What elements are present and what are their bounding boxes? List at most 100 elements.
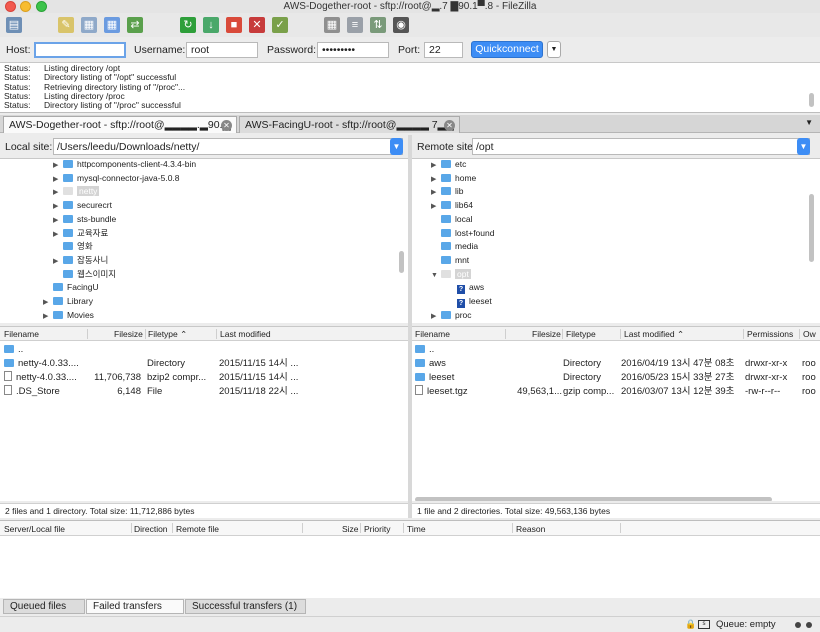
- password-input[interactable]: [317, 42, 389, 58]
- column-owner[interactable]: Ow: [803, 329, 816, 339]
- tree-item[interactable]: ▶ sts-bundle: [53, 213, 116, 226]
- local-tree-scrollbar[interactable]: [399, 251, 404, 273]
- queue-column-priority[interactable]: Priority: [364, 524, 390, 534]
- column-filename[interactable]: Filename: [415, 329, 450, 339]
- folder-icon: [53, 297, 63, 305]
- local-path-dropdown[interactable]: ▼: [390, 138, 403, 155]
- file-row[interactable]: leeset.tgz 49,563,1... gzip comp... 2016…: [412, 385, 820, 399]
- quickconnect-history-dropdown[interactable]: ▼: [547, 41, 561, 58]
- folder-icon: [63, 269, 73, 278]
- remote-file-list-hscrollbar[interactable]: [415, 497, 772, 501]
- column-last-modified[interactable]: Last modified: [220, 329, 271, 339]
- log-scrollbar[interactable]: [809, 93, 814, 107]
- close-window-button[interactable]: [5, 1, 16, 12]
- speed-limit-icon[interactable]: s: [698, 620, 710, 629]
- queue-column-server-local-file[interactable]: Server/Local file: [4, 524, 65, 534]
- remote-path-dropdown[interactable]: ▼: [797, 138, 810, 155]
- tree-item[interactable]: ▶ proc: [431, 309, 472, 322]
- file-row[interactable]: leeset Directory 2016/05/23 15시 33분 27초 …: [412, 371, 820, 385]
- column-filename[interactable]: Filename: [4, 329, 39, 339]
- pane-splitter[interactable]: [408, 135, 412, 518]
- tab-queued-files[interactable]: Queued files: [3, 599, 85, 614]
- tab-list-chevron-icon[interactable]: ▼: [805, 118, 813, 127]
- synchronized-browsing-icon[interactable]: ⇅: [370, 17, 386, 33]
- tree-item[interactable]: ▶ mysql-connector-java-5.0.8: [53, 172, 180, 185]
- tree-item[interactable]: media: [431, 240, 478, 253]
- close-tab-icon[interactable]: ✕: [221, 120, 232, 131]
- tree-item[interactable]: ▶ lib: [431, 185, 464, 198]
- queue-column-time[interactable]: Time: [407, 524, 426, 534]
- directory-filter-icon[interactable]: ▦: [324, 17, 340, 33]
- tree-item[interactable]: mnt: [431, 254, 469, 267]
- file-row[interactable]: ..: [0, 343, 408, 357]
- tree-item-selected[interactable]: ▼ opt: [431, 268, 471, 281]
- queue-column-remote-file[interactable]: Remote file: [176, 524, 219, 534]
- file-row[interactable]: .DS_Store 6,148 File 2015/11/18 22시 ...: [0, 385, 408, 399]
- file-row[interactable]: aws Directory 2016/04/19 13시 47분 08초 drw…: [412, 357, 820, 371]
- local-path-field[interactable]: /Users/leedu/Downloads/netty/: [53, 138, 403, 155]
- tab-successful-transfers[interactable]: Successful transfers (1): [185, 599, 306, 614]
- transfer-led-icon: [806, 622, 812, 628]
- tree-item-selected[interactable]: ▶ netty: [53, 185, 100, 198]
- toggle-local-tree-icon[interactable]: ▦: [81, 17, 97, 33]
- refresh-icon[interactable]: ↻: [180, 17, 196, 33]
- username-input[interactable]: [186, 42, 258, 58]
- tree-item[interactable]: ▶ home: [431, 172, 476, 185]
- tree-item[interactable]: local: [431, 213, 472, 226]
- toggle-remote-tree-icon[interactable]: ▦: [104, 17, 120, 33]
- compare-directories-icon[interactable]: ≡: [347, 17, 363, 33]
- queue-column-size[interactable]: Size: [342, 524, 359, 534]
- zoom-window-button[interactable]: [36, 1, 47, 12]
- host-input[interactable]: [34, 42, 126, 58]
- toggle-message-log-icon[interactable]: ✎: [58, 17, 74, 33]
- quickconnect-button[interactable]: Quickconnect: [471, 41, 543, 58]
- reconnect-icon[interactable]: ✓: [272, 17, 288, 33]
- file-row[interactable]: ..: [412, 343, 820, 357]
- file-row[interactable]: netty-4.0.33.... Directory 2015/11/15 14…: [0, 357, 408, 371]
- column-permissions[interactable]: Permissions: [747, 329, 793, 339]
- folder-icon: [441, 269, 451, 278]
- tab-aws-dogether[interactable]: AWS-Dogether-root - sftp://root@▂▂▂▂.▂90…: [3, 116, 237, 147]
- file-row[interactable]: netty-4.0.33.... 11,706,738 bzip2 compr.…: [0, 371, 408, 385]
- port-input[interactable]: [424, 42, 463, 58]
- cancel-operation-icon[interactable]: ■: [226, 17, 242, 33]
- remote-tree-scrollbar[interactable]: [809, 194, 814, 262]
- search-files-icon[interactable]: ◉: [393, 17, 409, 33]
- tree-item[interactable]: ▶ lib64: [431, 199, 473, 212]
- process-queue-icon[interactable]: ↓: [203, 17, 219, 33]
- folder-icon: [63, 187, 73, 196]
- tree-item[interactable]: ▶ Movies: [43, 309, 94, 322]
- column-filetype[interactable]: Filetype: [566, 329, 596, 339]
- tab-aws-facingu[interactable]: AWS-FacingU-root - sftp://root@▂▂▂▂ 7▂▂ …: [239, 116, 460, 147]
- minimize-window-button[interactable]: [20, 1, 31, 12]
- folder-icon: [441, 228, 451, 237]
- toggle-transfer-queue-icon[interactable]: ⇄: [127, 17, 143, 33]
- column-filesize[interactable]: Filesize: [114, 329, 143, 339]
- folder-icon: [63, 255, 73, 264]
- tree-item[interactable]: lost+found: [431, 227, 494, 240]
- connection-tab-bar: AWS-Dogether-root - sftp://root@▂▂▂▂.▂90…: [0, 115, 820, 147]
- tree-item[interactable]: 웹스이미지: [53, 268, 116, 281]
- local-file-list: Filename Filesize Filetype ⌃ Last modifi…: [0, 326, 408, 501]
- folder-icon: [63, 214, 73, 223]
- tree-item[interactable]: ▶ 교육자료: [53, 227, 108, 240]
- tree-item[interactable]: ▶ etc: [431, 159, 466, 171]
- queue-column-reason[interactable]: Reason: [516, 524, 545, 534]
- tree-item[interactable]: FacingU: [43, 281, 99, 294]
- tree-item[interactable]: ▶ 잡동사니: [53, 254, 108, 267]
- tree-item[interactable]: ▶ securecrt: [53, 199, 112, 212]
- tab-failed-transfers[interactable]: Failed transfers: [86, 599, 184, 614]
- tree-item[interactable]: ▶ httpcomponents-client-4.3.4-bin: [53, 159, 196, 171]
- disconnect-icon[interactable]: ✕: [249, 17, 265, 33]
- tree-item[interactable]: ▶ Library: [43, 295, 93, 308]
- queue-column-direction[interactable]: Direction: [134, 524, 168, 534]
- tree-item[interactable]: 영화: [53, 240, 93, 253]
- close-tab-icon[interactable]: ✕: [444, 120, 455, 131]
- tree-item[interactable]: ? leeset: [447, 295, 492, 308]
- tree-item[interactable]: ? aws: [447, 281, 484, 295]
- column-filetype[interactable]: Filetype ⌃: [148, 329, 187, 340]
- column-filesize[interactable]: Filesize: [532, 329, 561, 339]
- column-last-modified[interactable]: Last modified ⌃: [624, 329, 684, 340]
- site-manager-icon[interactable]: ▤: [6, 17, 22, 33]
- remote-path-field[interactable]: /opt: [472, 138, 810, 155]
